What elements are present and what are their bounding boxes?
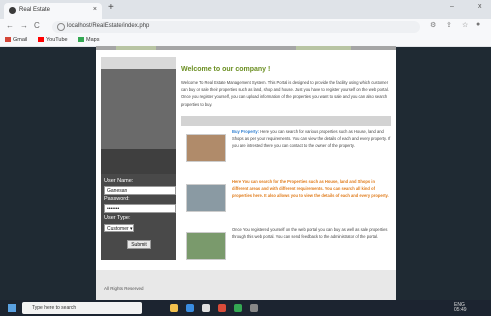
url-field[interactable]: localhost/RealEstate/index.php [52,21,420,33]
edge-icon[interactable] [186,304,194,312]
reload-button[interactable]: C [34,21,40,30]
page-footer: All Rights Reserved [96,270,396,300]
feature-text: Buy Property: Here you can search for va… [232,129,391,149]
sidebar-divider [101,149,176,174]
sidebar-header [101,57,176,69]
house-image [186,232,226,260]
feature-item-register: Once You registered yourself on the web … [181,226,391,262]
page-banner-strip [96,46,396,50]
back-button[interactable]: ← [6,21,14,30]
taskbar-search-text: Type here to search [32,305,77,311]
site-favicon-icon [9,7,16,14]
gmail-icon [5,37,11,42]
browser-tab[interactable]: Real Estate × [4,3,102,19]
feature-text: Here You can search for the Properties s… [232,179,389,199]
submit-button[interactable]: Submit [127,240,151,249]
footer-text: All Rights Reserved [104,286,144,291]
intro-text: Welcome To Real Estate Management System… [181,80,389,107]
forward-button[interactable]: → [20,21,28,30]
maps-icon [78,37,84,42]
page-title: Welcome to our company ! [181,66,271,73]
tab-title: Real Estate [19,7,51,13]
extension-icon[interactable]: ⚙ [430,21,436,29]
share-icon[interactable]: ⇪ [446,21,452,29]
minimize-button[interactable]: – [450,3,454,10]
usertype-label: User Type: [104,215,131,221]
chrome-icon[interactable] [218,304,226,312]
username-label: User Name: [104,178,134,184]
bookmark-star-icon[interactable]: ☆ [462,21,468,29]
windows-start-icon[interactable] [8,304,16,312]
house-image [186,134,226,162]
feature-item-buy: Buy Property: Here you can search for va… [181,128,391,164]
file-explorer-icon[interactable] [170,304,178,312]
app-icon[interactable] [250,304,258,312]
site-info-icon[interactable] [57,23,65,31]
username-input[interactable] [104,186,176,195]
youtube-icon [38,37,44,42]
sidebar-panel [101,69,176,149]
section-divider-band [181,116,391,126]
tab-close-icon[interactable]: × [93,6,97,13]
bookmark-youtube[interactable]: YouTube [38,37,68,43]
close-window-button[interactable]: x [478,3,482,10]
feature-item-search: Here You can search for the Properties s… [181,178,391,214]
feature-text: Once You registered yourself on the web … [232,227,388,240]
house-image [186,184,226,212]
password-label: Password: [104,196,130,202]
app-icon[interactable] [202,304,210,312]
taskbar-clock: ENG 05:49 [454,302,467,313]
app-icon[interactable] [234,304,242,312]
profile-icon[interactable]: ● [476,21,480,28]
login-form: User Name: Password: User Type: Customer… [101,174,176,260]
usertype-select[interactable]: Customer ▾ [104,224,134,232]
bookmark-gmail[interactable]: Gmail [5,37,27,43]
taskbar-search[interactable]: Type here to search [22,302,142,314]
bookmark-maps[interactable]: Maps [78,37,99,43]
url-text: localhost/RealEstate/index.php [67,23,150,29]
password-input[interactable] [104,204,176,213]
new-tab-button[interactable]: + [108,3,114,13]
